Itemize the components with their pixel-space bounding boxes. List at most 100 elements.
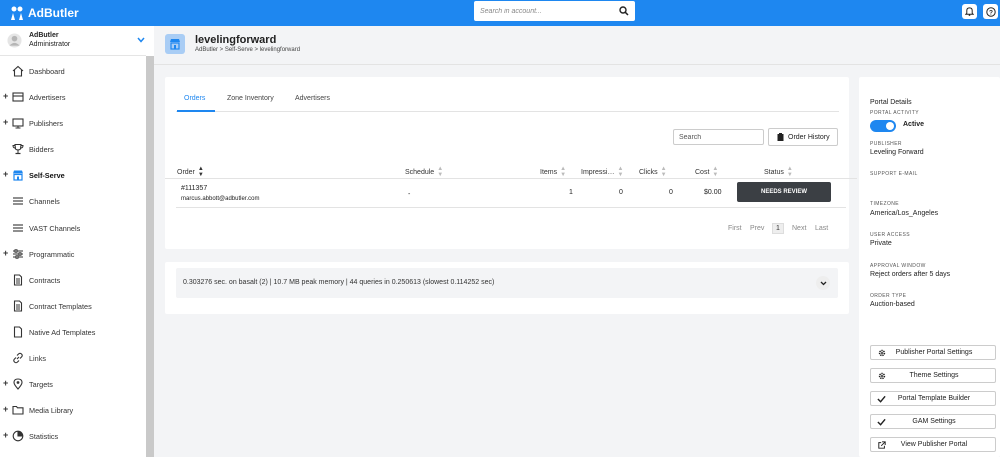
link-icon — [12, 352, 24, 364]
debug-text: 0.303276 sec. on basalt (2) | 10.7 MB pe… — [183, 279, 495, 286]
order-id[interactable]: #111357 — [181, 185, 207, 192]
order-clicks: 0 — [669, 189, 673, 196]
order-schedule: - — [408, 191, 411, 198]
sidebar-item-label: Links — [29, 354, 47, 364]
account-search[interactable] — [474, 1, 635, 21]
expand-plus-icon[interactable]: + — [3, 117, 8, 127]
button-label: Portal Template Builder — [897, 395, 971, 402]
sidebar-item-native-ad-templates[interactable]: Native Ad Templates — [0, 319, 146, 345]
gam-settings-button[interactable]: GAM Settings — [870, 414, 996, 429]
sidebar-item-dashboard[interactable]: Dashboard — [0, 58, 146, 84]
order-email: marcus.abbott@adbutler.com — [181, 196, 260, 202]
search-icon[interactable] — [619, 6, 629, 18]
sidebar-item-label: Media Library — [29, 406, 74, 416]
store-icon — [12, 169, 24, 181]
col-impressions[interactable]: Impressi… ▲ ▼ — [581, 166, 623, 178]
view-publisher-portal-button[interactable]: View Publisher Portal — [870, 437, 996, 452]
breadcrumb[interactable]: AdButler > Self-Serve > levelingforward — [195, 47, 300, 53]
expand-plus-icon[interactable]: + — [3, 378, 8, 388]
sidebar-item-label: Advertisers — [29, 93, 66, 103]
tab-orders[interactable]: Orders — [184, 95, 205, 102]
page-header: levelingforward AdButler > Self-Serve > … — [154, 26, 1000, 65]
chevron-down-icon[interactable] — [137, 36, 145, 45]
chevron-down-icon[interactable] — [816, 276, 830, 290]
expand-plus-icon[interactable]: + — [3, 404, 8, 414]
avatar — [7, 33, 22, 50]
notifications-button[interactable] — [962, 4, 977, 19]
sliders-icon — [12, 248, 24, 260]
sidebar-item-statistics[interactable]: + Statistics — [0, 423, 146, 449]
user-role: Administrator — [29, 41, 71, 48]
pager-prev[interactable]: Prev — [750, 225, 764, 232]
sort-icon: ▲ ▼ — [712, 166, 719, 178]
pager-next[interactable]: Next — [792, 225, 806, 232]
top-bar: AdButler ? — [0, 0, 1000, 26]
help-button[interactable]: ? — [983, 4, 998, 19]
sidebar-item-label: Contracts — [29, 275, 61, 285]
col-status[interactable]: Status ▲ ▼ — [764, 166, 793, 178]
col-items[interactable]: Items ▲ ▼ — [540, 166, 566, 178]
orders-card: Orders Zone Inventory Advertisers Order … — [165, 77, 857, 249]
needs-review-button[interactable]: NEEDS REVIEW — [737, 182, 831, 202]
expand-plus-icon[interactable]: + — [3, 430, 8, 440]
portal-template-builder-button[interactable]: Portal Template Builder — [870, 391, 996, 406]
sidebar-item-self-serve[interactable]: + Self-Serve — [0, 162, 146, 188]
home-icon — [12, 65, 24, 77]
store-icon — [165, 34, 185, 54]
sidebar-item-programmatic[interactable]: + Programmatic — [0, 241, 146, 267]
order-history-button[interactable]: Order History — [768, 128, 838, 146]
sidebar-item-advertisers[interactable]: + Advertisers — [0, 84, 146, 110]
col-cost[interactable]: Cost ▲ ▼ — [695, 166, 718, 178]
sidebar-item-label: Publishers — [29, 119, 64, 129]
app-name: AdButler — [28, 6, 79, 20]
expand-plus-icon[interactable]: + — [3, 169, 8, 179]
col-order[interactable]: Order ▲ ▼ — [177, 166, 204, 178]
sidebar-item-links[interactable]: Links — [0, 345, 146, 371]
active-tab-indicator — [177, 110, 215, 112]
debug-card: 0.303276 sec. on basalt (2) | 10.7 MB pe… — [165, 262, 849, 314]
publisher-value: Leveling Forward — [870, 149, 924, 156]
pie-icon — [12, 430, 24, 442]
orders-search-input[interactable] — [673, 129, 764, 145]
sidebar-item-contract-templates[interactable]: Contract Templates — [0, 293, 146, 319]
sidebar-item-bidders[interactable]: Bidders — [0, 136, 146, 162]
sidebar-scrollbar[interactable] — [146, 56, 154, 457]
sidebar-item-label: Bidders — [29, 145, 54, 155]
pager-last[interactable]: Last — [815, 225, 828, 232]
debug-bar[interactable]: 0.303276 sec. on basalt (2) | 10.7 MB pe… — [176, 268, 838, 298]
tab-zone-inventory[interactable]: Zone Inventory — [227, 95, 274, 102]
expand-plus-icon[interactable]: + — [3, 248, 8, 258]
file-icon — [12, 326, 24, 338]
timezone-label: TIMEZONE — [870, 201, 900, 207]
monitor-icon — [12, 117, 24, 129]
orders-table-header: Order ▲ ▼ Schedule ▲ ▼ Items ▲ ▼ Impressi… ▲ ▼ C… — [165, 160, 857, 179]
user-menu[interactable]: AdButler Administrator — [0, 26, 146, 56]
sidebar: AdButler Administrator Dashboard + Adverti… — [0, 26, 154, 457]
account-search-input[interactable] — [480, 5, 610, 17]
sidebar-item-vast-channels[interactable]: VAST Channels — [0, 215, 146, 241]
tab-advertisers[interactable]: Advertisers — [295, 95, 330, 102]
table-row[interactable]: #111357 marcus.abbott@adbutler.com - 1 0… — [176, 180, 846, 208]
sidebar-item-targets[interactable]: + Targets — [0, 371, 146, 397]
app-logo[interactable]: AdButler — [9, 5, 79, 21]
publisher-portal-settings-button[interactable]: Publisher Portal Settings — [870, 345, 996, 360]
pager-first[interactable]: First — [728, 225, 742, 232]
button-label: Theme Settings — [909, 372, 959, 379]
col-items-label: Items — [540, 168, 558, 176]
folder-icon — [12, 404, 24, 416]
sidebar-item-contracts[interactable]: Contracts — [0, 267, 146, 293]
sidebar-item-channels[interactable]: Channels — [0, 188, 146, 214]
adbutler-logo-icon — [11, 6, 23, 20]
sidebar-item-label: Statistics — [29, 432, 59, 442]
col-schedule[interactable]: Schedule ▲ ▼ — [405, 166, 443, 178]
theme-settings-button[interactable]: Theme Settings — [870, 368, 996, 383]
sidebar-item-label: VAST Channels — [29, 223, 81, 233]
expand-plus-icon[interactable]: + — [3, 91, 8, 101]
sidebar-item-publishers[interactable]: + Publishers — [0, 110, 146, 136]
sort-icon: ▲ ▼ — [560, 166, 567, 178]
sidebar-item-media-library[interactable]: + Media Library — [0, 397, 146, 423]
portal-activity-toggle[interactable] — [870, 120, 896, 132]
col-clicks[interactable]: Clicks ▲ ▼ — [639, 166, 667, 178]
portal-details-panel: Portal Details PORTAL ACTIVITY Active PU… — [859, 77, 1000, 457]
pager-current[interactable]: 1 — [772, 223, 784, 234]
